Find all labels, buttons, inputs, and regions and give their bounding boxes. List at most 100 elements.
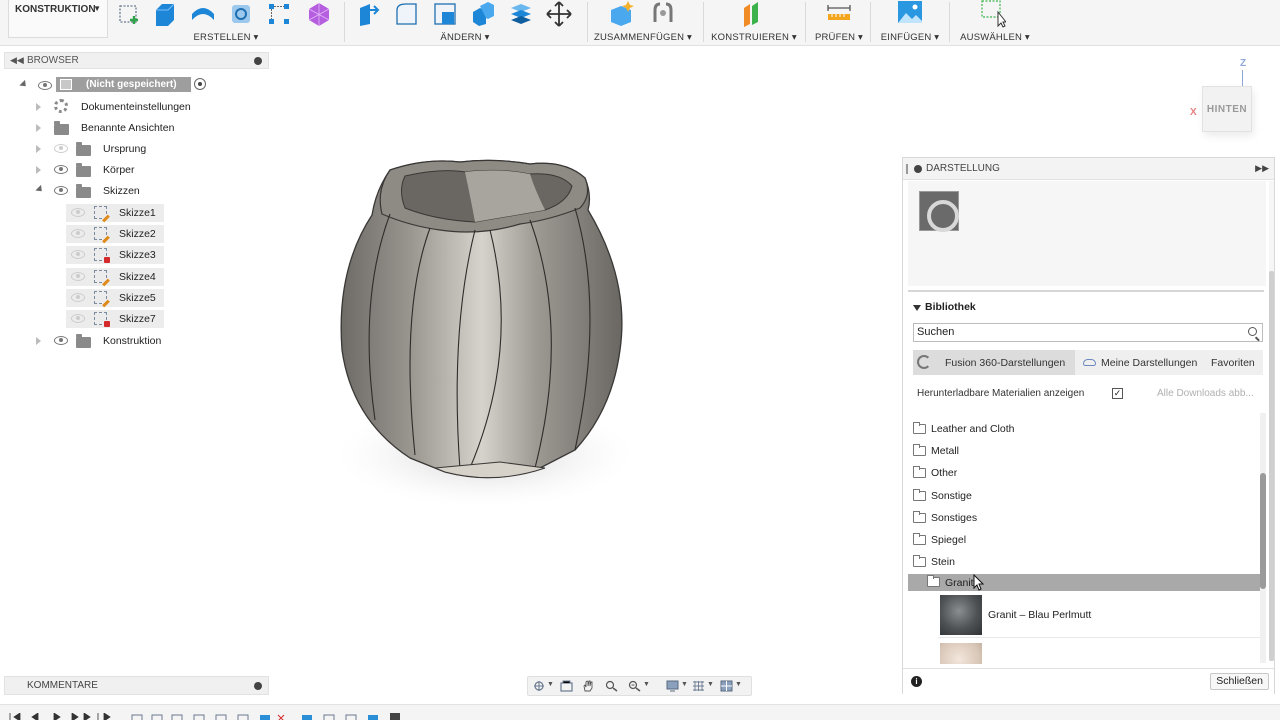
group-label-pruefen[interactable]: PRÜFEN ▾ [810,32,868,43]
move-icon[interactable] [546,0,572,28]
folder-item-selected[interactable]: Granit [908,574,1260,591]
add-comment-icon[interactable] [254,682,262,690]
viewcube-face-hinten[interactable]: HINTEN [1202,86,1252,132]
scroll-thumb[interactable] [1260,473,1266,589]
tab-my-appearances[interactable]: Meine Darstellungen [1077,350,1203,375]
tab-fusion-appearances[interactable]: Fusion 360-Darstellungen [913,350,1075,375]
measure-icon[interactable] [826,0,852,28]
folder-item[interactable]: Stein [908,551,1260,573]
folder-item[interactable]: Sonstige [908,485,1260,507]
form-icon[interactable] [306,0,332,28]
active-radio-icon[interactable] [194,78,206,90]
tree-item-sketch[interactable]: Skizze5 [66,289,166,308]
sweep-icon[interactable] [228,0,254,28]
viewcube[interactable]: Z X HINTEN [1190,58,1270,148]
tree-item-sketch[interactable]: Skizze2 [66,225,166,244]
offset-plane-icon[interactable] [740,0,766,28]
group-label-aendern[interactable]: ÄNDERN ▾ [350,32,580,43]
vase-3d-model[interactable] [330,150,640,520]
visibility-eye-icon[interactable] [54,144,68,153]
expand-arrow-icon[interactable] [36,103,41,111]
expand-arrow-icon[interactable] [35,184,45,195]
tree-item-ursprung[interactable]: Ursprung [34,140,234,158]
new-component-icon[interactable] [608,0,634,28]
minimize-icon[interactable] [914,165,922,173]
group-label-erstellen[interactable]: ERSTELLEN ▾ [112,32,340,43]
expand-arrow-icon[interactable] [36,166,41,174]
visibility-eye-icon[interactable] [71,293,85,302]
timeline-bar[interactable] [0,704,1280,720]
display-settings-icon[interactable] [666,680,679,692]
browser-header[interactable]: ◀◀ BROWSER [4,52,269,69]
material-item[interactable]: Granit – Blau Perlmutt [938,592,1260,638]
expand-arrow-icon[interactable] [19,79,29,90]
chevron-down-icon[interactable]: ▼ [643,681,650,688]
scroll-thumb[interactable] [1269,271,1274,661]
zoom-window-icon[interactable] [628,680,641,692]
joint-icon[interactable] [650,0,676,28]
downloadable-checkbox[interactable]: ✓ [1112,388,1123,399]
tree-root[interactable]: (Nicht gespeichert) [18,77,218,95]
info-icon[interactable]: i [911,676,922,687]
select-window-icon[interactable] [980,0,1006,28]
visibility-eye-icon[interactable] [71,208,85,217]
tree-item-sketch[interactable]: Skizze3 [66,246,166,264]
visibility-eye-icon[interactable] [54,336,68,345]
group-label-auswaehlen[interactable]: AUSWÄHLEN ▾ [954,32,1036,43]
folder-item[interactable]: Sonstiges [908,507,1260,529]
resize-divider[interactable] [908,290,1264,292]
pan-hand-icon[interactable] [582,680,595,692]
chevron-down-icon[interactable]: ▼ [547,681,554,688]
list-scrollbar[interactable] [1260,413,1266,663]
shell-icon[interactable] [470,0,496,28]
refresh-icon[interactable] [917,355,931,369]
expand-arrow-icon[interactable] [36,124,41,132]
expand-panel-icon[interactable]: ▶▶ [1255,163,1269,174]
visibility-eye-icon[interactable] [71,314,85,323]
chamfer-icon[interactable] [432,0,458,28]
close-button[interactable]: Schließen [1210,673,1269,690]
drag-handle-icon[interactable] [906,164,908,174]
tree-item-benannte-ansichten[interactable]: Benannte Ansichten [34,119,234,137]
folder-item[interactable]: Metall [908,440,1260,462]
tree-item-sketch[interactable]: Skizze4 [66,268,166,287]
tree-item-skizzen[interactable]: Skizzen [34,182,234,200]
visibility-eye-icon[interactable] [71,250,85,259]
chevron-down-icon[interactable]: ▼ [707,681,714,688]
folder-item[interactable]: Spiegel [908,529,1260,551]
grid-icon[interactable] [692,680,705,692]
expand-arrow-icon[interactable] [36,145,41,153]
visibility-eye-icon[interactable] [38,81,52,90]
tree-item-sketch[interactable]: Skizze7 [66,310,166,328]
library-search-input[interactable]: Suchen [913,323,1263,342]
collapse-panel-icon[interactable]: ◀◀ [10,55,24,66]
group-label-einfuegen[interactable]: EINFÜGEN ▾ [875,32,945,43]
look-at-icon[interactable] [560,680,573,692]
tree-item-koerper[interactable]: Körper [34,161,234,179]
folder-item[interactable]: Leather and Cloth [908,418,1260,440]
appearance-header[interactable]: DARSTELLUNG ▶▶ [903,158,1274,180]
visibility-eye-icon[interactable] [54,186,68,195]
panel-scrollbar[interactable] [1269,181,1274,661]
workspace-dropdown[interactable]: KONSTRUKTION ▼ [8,0,108,38]
tree-item-konstruktion[interactable]: Konstruktion [34,332,234,350]
rectangular-pattern-icon[interactable] [266,0,292,28]
zoom-icon[interactable] [605,680,618,692]
minimize-icon[interactable] [254,57,262,65]
orbit-icon[interactable] [533,680,546,692]
expand-arrow-icon[interactable] [36,337,41,345]
viewports-icon[interactable] [720,680,733,692]
search-icon[interactable] [1248,327,1257,336]
extrude-icon[interactable] [152,0,178,28]
revolve-icon[interactable] [190,0,216,28]
visibility-eye-icon[interactable] [54,165,68,174]
visibility-eye-icon[interactable] [71,229,85,238]
create-sketch-icon[interactable] [116,0,142,28]
folder-item[interactable]: Other [908,462,1260,484]
chevron-down-icon[interactable]: ▼ [681,681,688,688]
group-label-konstruieren[interactable]: KONSTRUIEREN ▾ [708,32,800,43]
material-item[interactable] [938,640,1260,664]
tree-item-sketch[interactable]: Skizze1 [66,204,166,223]
comments-panel[interactable]: KOMMENTARE [4,676,269,695]
timeline-controls[interactable] [6,713,426,720]
